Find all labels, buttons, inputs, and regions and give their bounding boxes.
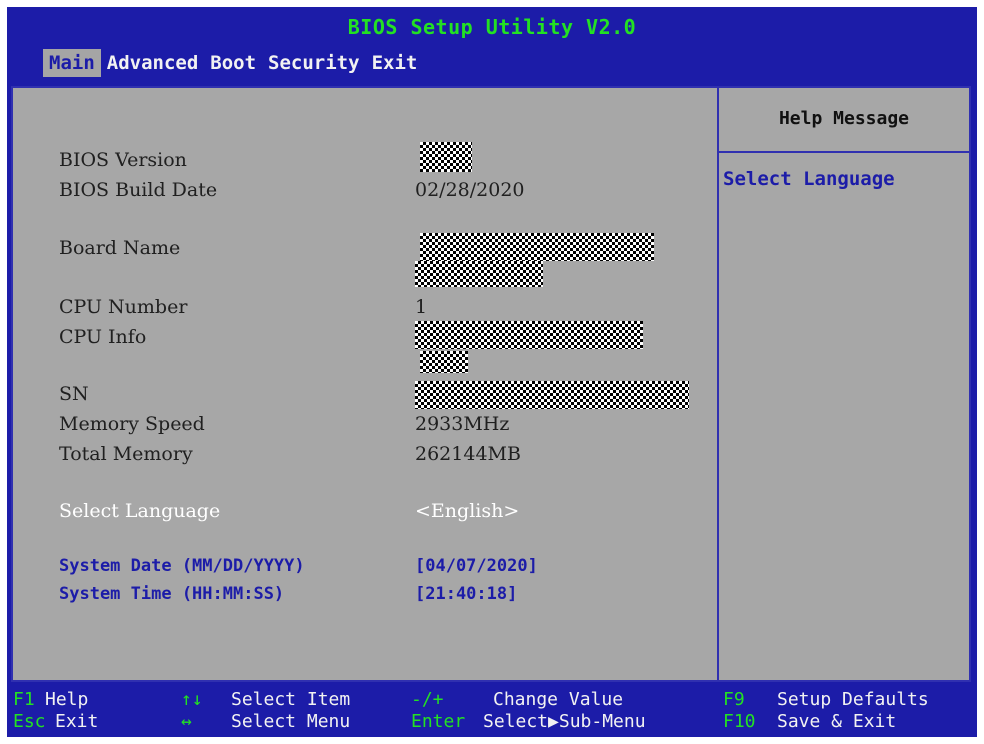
system-time-label[interactable]: System Time (HH:MM:SS) [59, 584, 284, 604]
select-submenu-help: Select▶Sub-Menu [483, 711, 646, 732]
help-title: Help Message [778, 108, 910, 129]
select-item-help: Select Item [231, 689, 351, 710]
bios-version-label: BIOS Version [59, 149, 187, 171]
left-right-arrows-icon: ↔ [181, 711, 192, 732]
bios-build-date-label: BIOS Build Date [59, 179, 218, 201]
total-memory-value: 262144MB [415, 443, 521, 465]
language-select[interactable]: <English> [415, 500, 519, 522]
help-pane: Help Message Select Language [719, 86, 971, 682]
main-pane: BIOS Version BIOS Build Date 02/28/2020 … [11, 86, 719, 682]
redacted-cpu-info-1 [415, 321, 643, 349]
memory-speed-value: 2933MHz [415, 413, 510, 435]
bios-screen: BIOS Setup Utility V2.0 Main Advanced Bo… [7, 7, 977, 737]
help-text: Select Language [723, 168, 895, 190]
select-language-label[interactable]: Select Language [59, 500, 220, 522]
system-date-label[interactable]: System Date (MM/DD/YYYY) [59, 556, 305, 576]
exit-help: Exit [55, 711, 99, 732]
up-down-arrows-icon: ↑↓ [181, 689, 203, 710]
enter-key: Enter [411, 711, 466, 732]
menu-security[interactable]: Security [262, 49, 366, 77]
redacted-board-name-2 [415, 261, 543, 287]
board-name-label: Board Name [59, 237, 181, 259]
esc-key: Esc [13, 711, 46, 732]
menu-exit[interactable]: Exit [366, 49, 424, 77]
redacted-bios-version [420, 142, 472, 172]
change-value-help: Change Value [493, 689, 624, 710]
sn-label: SN [59, 383, 89, 405]
select-menu-help: Select Menu [231, 711, 351, 732]
f1-key: F1 [13, 689, 35, 710]
menu-advanced[interactable]: Advanced [101, 49, 205, 77]
f10-key: F10 [723, 711, 756, 732]
menu-boot[interactable]: Boot [204, 49, 262, 77]
redacted-sn [415, 381, 689, 409]
cpu-number-value: 1 [415, 296, 428, 318]
bios-build-date-value: 02/28/2020 [415, 179, 525, 201]
bios-title: BIOS Setup Utility V2.0 [347, 15, 637, 39]
f9-key: F9 [723, 689, 745, 710]
setup-defaults-help: Setup Defaults [777, 689, 929, 710]
cpu-number-label: CPU Number [59, 296, 188, 318]
menu-bar: Main Advanced Boot Security Exit [43, 49, 423, 79]
redacted-cpu-info-2 [420, 351, 468, 373]
redacted-board-name-1 [420, 233, 654, 261]
key-help-bar: F1 Help ↑↓ Select Item -/+ Change Value … [7, 687, 977, 737]
save-exit-help: Save & Exit [777, 711, 897, 732]
help-divider [719, 151, 969, 153]
content-panel: BIOS Version BIOS Build Date 02/28/2020 … [11, 86, 971, 682]
system-time-field[interactable]: [21:40:18] [415, 584, 517, 604]
total-memory-label: Total Memory [59, 443, 193, 465]
f1-help: Help [45, 689, 89, 710]
menu-main[interactable]: Main [43, 49, 101, 77]
cpu-info-label: CPU Info [59, 326, 147, 348]
plus-minus-key: -/+ [411, 689, 444, 710]
system-date-field[interactable]: [04/07/2020] [415, 556, 538, 576]
memory-speed-label: Memory Speed [59, 413, 205, 435]
